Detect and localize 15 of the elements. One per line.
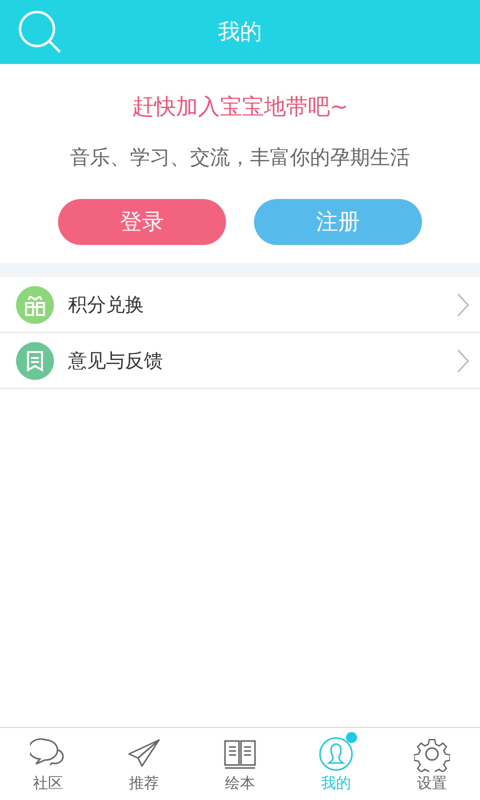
tab[interactable]: 设置 [384,728,480,800]
menu-item[interactable]: 意见与反馈 [0,333,480,389]
tab[interactable]: 推荐 [96,728,192,800]
chevron-icon [456,292,470,318]
tab[interactable]: 绘本 [192,728,288,800]
menu-item[interactable]: 积分兑换 [0,277,480,333]
page-title: 我的 [218,19,262,47]
search-icon[interactable] [18,10,62,54]
welcome-tagline: 音乐、学习、交流，丰富你的孕期生活 [70,144,410,171]
welcome-headline: 赶快加入宝宝地带吧~ [132,94,348,122]
tab[interactable]: 社区 [0,728,96,800]
person-icon [318,736,354,772]
chevron-icon [456,348,470,374]
login-button[interactable]: 登录 [58,199,226,245]
settings-icon [414,736,450,772]
